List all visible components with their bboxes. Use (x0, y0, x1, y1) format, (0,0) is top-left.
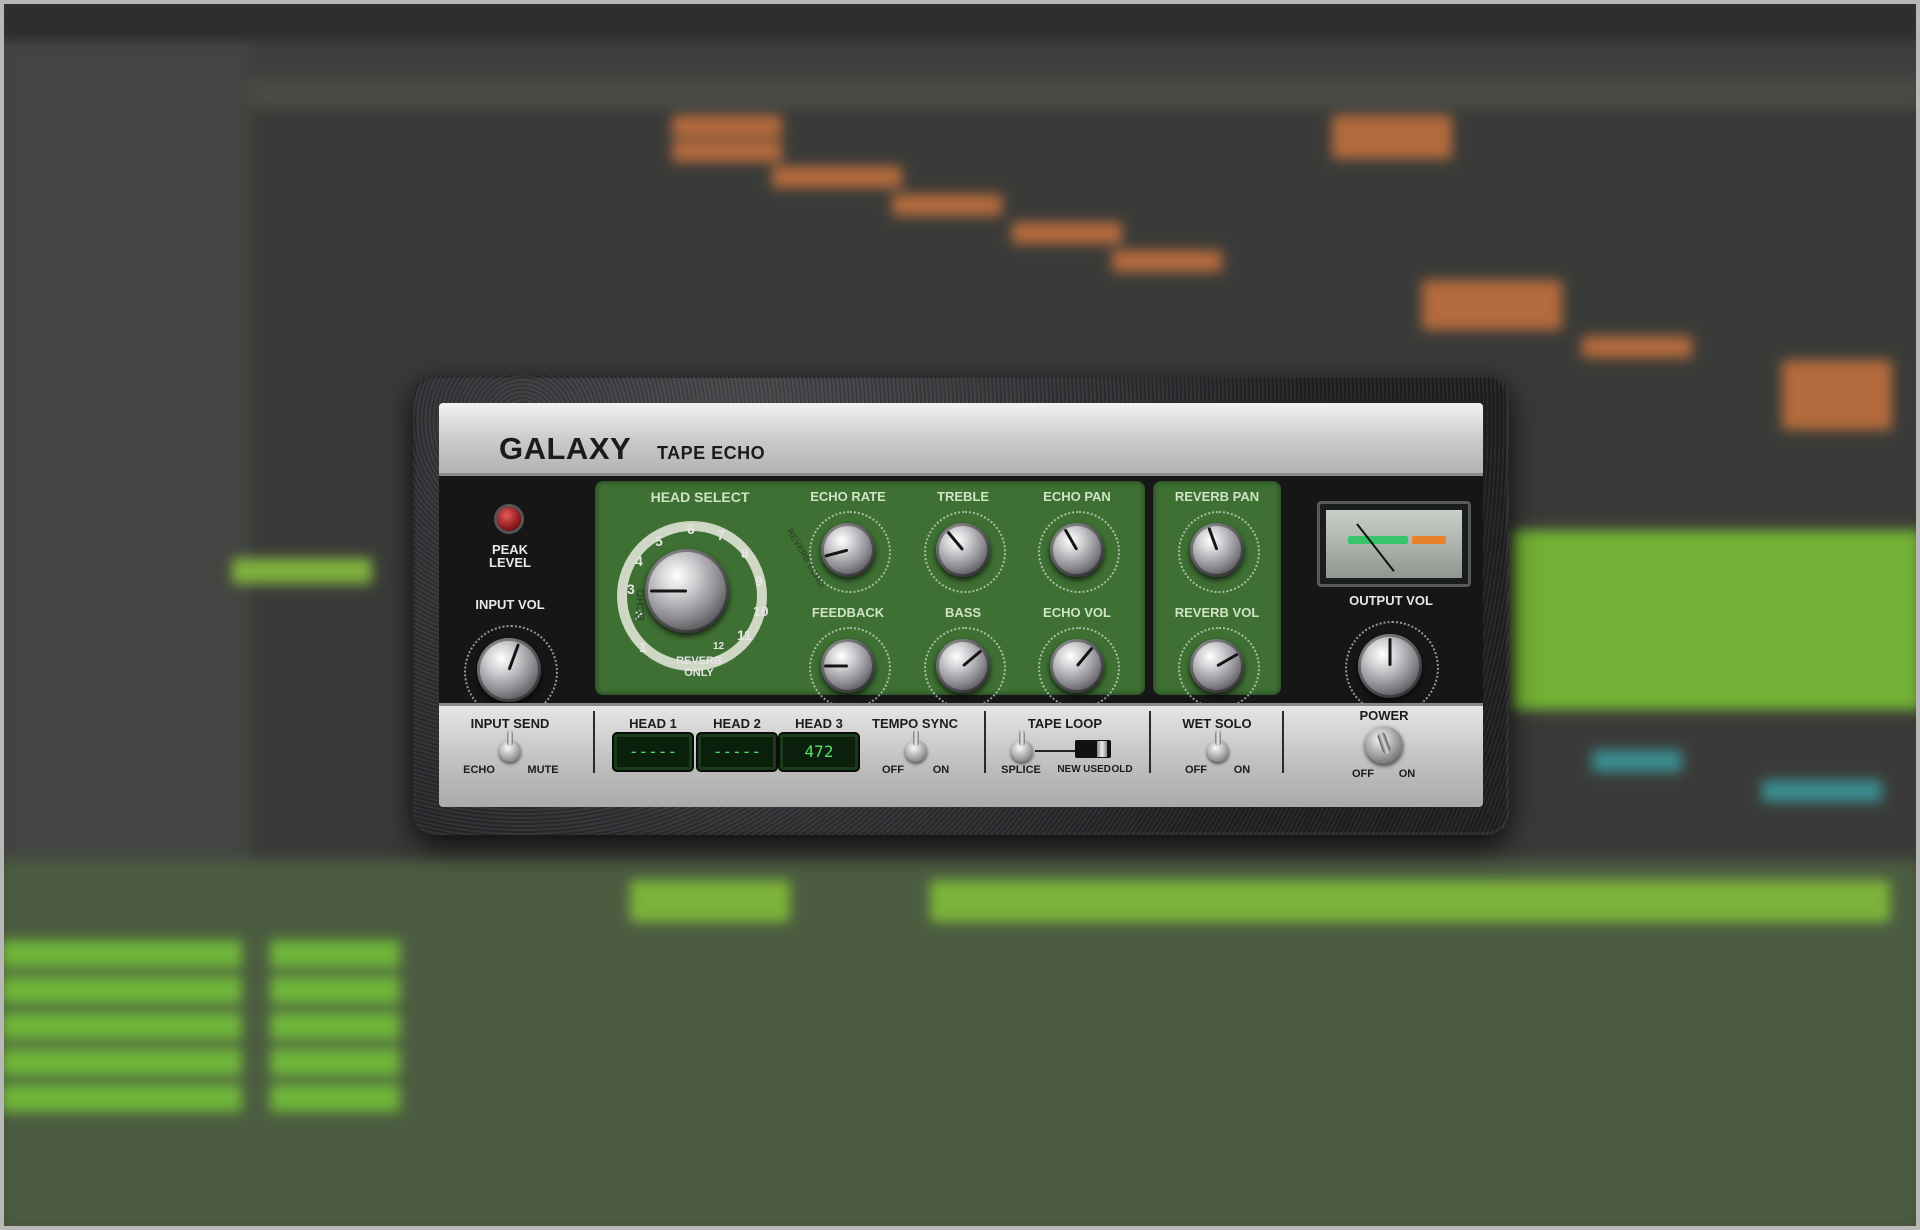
reverb-section-panel: REVERB PAN REVERB VOL (1153, 481, 1281, 709)
echo-vol-knob[interactable] (1050, 639, 1104, 693)
peak-level-label: PEAK LEVEL (489, 542, 531, 570)
head-3-display[interactable]: 472 (780, 734, 858, 770)
head-select-num-7: 7 (717, 527, 725, 543)
input-send-mute-label: MUTE (527, 764, 559, 776)
head-select-label: HEAD SELECT (650, 489, 750, 505)
reverb-only-label: REVERB ONLY (676, 655, 722, 679)
tempo-sync-off-label: OFF (882, 764, 904, 776)
peak-level-led-icon (497, 507, 521, 531)
power-switch[interactable] (1365, 726, 1403, 764)
vu-meter-needle (1356, 523, 1395, 572)
head-select-num-6: 6 (687, 521, 695, 537)
power-on-label: ON (1398, 768, 1416, 780)
reverb-vol-knob[interactable] (1190, 639, 1244, 693)
head-select-num-9: 9 (755, 573, 763, 589)
input-send-label: INPUT SEND (470, 716, 550, 731)
head-select-num-10: 10 (753, 603, 769, 619)
power-off-label: OFF (1352, 768, 1374, 780)
reverb-pan-knob[interactable] (1190, 523, 1244, 577)
tape-loop-age-switch[interactable] (1075, 740, 1111, 758)
head-select-num-3: 3 (627, 581, 635, 597)
wet-solo-off-label: OFF (1185, 764, 1207, 776)
vu-meter-red-bar (1412, 536, 1446, 544)
head-select-num-11: 11 (737, 627, 752, 643)
head-select-num-5: 5 (655, 533, 663, 549)
input-vol-label-text: INPUT VOL (475, 597, 545, 612)
feedback-knob[interactable] (821, 639, 875, 693)
bottom-divider-3 (1149, 711, 1151, 773)
head-3-label: HEAD 3 (795, 716, 843, 731)
tempo-sync-toggle[interactable] (905, 730, 927, 762)
daw-ruler (250, 40, 1920, 73)
vu-meter-face (1326, 510, 1462, 578)
head-select-num-4: 4 (635, 553, 643, 569)
tempo-sync-label: TEMPO SYNC (872, 716, 958, 731)
treble-knob[interactable] (936, 523, 990, 577)
echo-pan-knob[interactable] (1050, 523, 1104, 577)
head-select-num-12: 12 (713, 641, 725, 652)
bottom-divider-2 (984, 711, 986, 773)
input-send-toggle[interactable] (499, 730, 521, 762)
plugin-panel: GALAXY TAPE ECHO PEAK LEVEL INPUT VOL HE… (439, 403, 1483, 807)
output-vol-knob[interactable] (1358, 634, 1422, 698)
echo-vol-label: ECHO VOL (1043, 605, 1111, 620)
daw-marker-lane (250, 78, 1920, 108)
input-send-echo-label: ECHO (463, 764, 495, 776)
plugin-brand: GALAXY (499, 431, 632, 466)
plugin-header: GALAXY TAPE ECHO (439, 403, 1483, 476)
echo-section-panel: HEAD SELECT 1 2 3 4 5 6 7 8 9 10 11 12 E… (595, 481, 1145, 709)
daw-track-list (0, 40, 250, 860)
echo-rate-label: ECHO RATE (810, 489, 886, 504)
tempo-sync-on-label: ON (932, 764, 950, 776)
echo-pan-label: ECHO PAN (1043, 489, 1111, 504)
galaxy-tape-echo-plugin: GALAXY TAPE ECHO PEAK LEVEL INPUT VOL HE… (413, 375, 1509, 835)
head-select-num-1: 1 (639, 639, 647, 655)
plugin-bottom-bar: INPUT SEND ECHO MUTE HEAD 1 ----- HEAD 2… (439, 703, 1483, 807)
tape-loop-used-label: USED (1083, 764, 1111, 775)
tape-loop-label: TAPE LOOP (1027, 716, 1103, 731)
treble-label: TREBLE (937, 489, 989, 504)
wet-solo-label: WET SOLO (1182, 716, 1252, 731)
head-select-knob[interactable] (645, 549, 729, 633)
head-select-num-8: 8 (741, 545, 749, 561)
bass-knob[interactable] (936, 639, 990, 693)
tape-loop-splice-toggle[interactable] (1011, 730, 1033, 762)
head-2-display[interactable]: ----- (698, 734, 776, 770)
head-2-label: HEAD 2 (713, 716, 761, 731)
daw-toolbar (0, 0, 1920, 40)
output-vol-label: OUTPUT VOL (1349, 593, 1433, 608)
echo-rate-knob[interactable] (821, 523, 875, 577)
head-1-display[interactable]: ----- (614, 734, 692, 770)
vu-meter-green-bar (1348, 536, 1408, 544)
head-1-label: HEAD 1 (629, 716, 677, 731)
tape-loop-old-label: OLD (1111, 764, 1133, 775)
tape-loop-connector (1035, 750, 1075, 752)
bottom-divider-4 (1282, 711, 1284, 773)
wet-solo-toggle[interactable] (1207, 730, 1229, 762)
plugin-subtitle: TAPE ECHO (657, 443, 766, 463)
bass-label: BASS (944, 605, 982, 620)
input-vol-knob[interactable] (477, 638, 541, 702)
vu-meter (1317, 501, 1471, 587)
reverb-pan-label: REVERB PAN (1174, 489, 1260, 504)
reverb-vol-label: REVERB VOL (1174, 605, 1260, 620)
wet-solo-on-label: ON (1233, 764, 1251, 776)
tape-loop-splice-label: SPLICE (1001, 764, 1041, 776)
tape-loop-new-label: NEW (1057, 764, 1081, 775)
power-label: POWER (1359, 708, 1409, 723)
head-select-echo-label: ECHO (634, 589, 647, 621)
feedback-label: FEEDBACK (811, 605, 885, 620)
bottom-divider-1 (593, 711, 595, 773)
